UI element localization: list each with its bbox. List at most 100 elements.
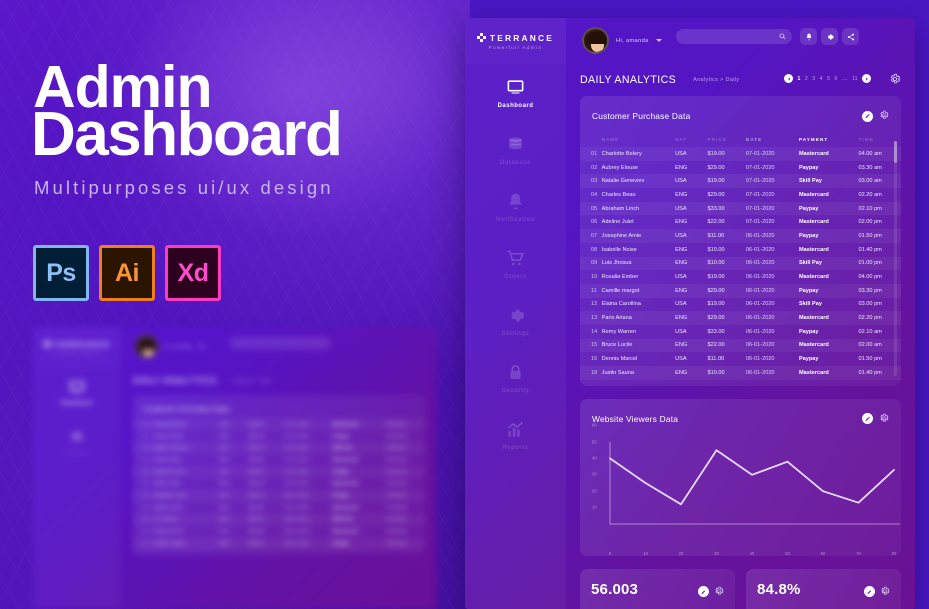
search-box[interactable] (676, 29, 792, 44)
cell-name: Josephine Amie (601, 232, 642, 239)
table-row[interactable]: 04 Charles Beau ENG $29.00 07-01-2020 Masterc… (580, 188, 901, 202)
table-row[interactable]: 08 Isabelle Noise ENG $10.00 06-01-2020 Maste… (133, 502, 425, 514)
chart-y-tick: 60 (592, 422, 597, 428)
table-row[interactable]: 01 Charlotte Belery USA $19.00 07-01-2020 Mas… (133, 418, 426, 431)
sidebar-item-database[interactable]: Database (465, 121, 566, 178)
cell-price: $19.00 (248, 445, 264, 451)
search-input[interactable] (682, 33, 779, 40)
pagination-page[interactable]: 3 (812, 76, 815, 82)
settings-button[interactable] (821, 28, 838, 45)
brand-logo[interactable]: TERRANCE Powerfull Admin (465, 18, 566, 64)
table-row[interactable]: 07 Josephine Amie USA $11.00 06-01-2020 Paypa… (133, 489, 426, 502)
stat-settings-button[interactable] (880, 583, 890, 601)
table-row[interactable]: 05 Abraham Linch USA $33.00 07-01-2020 Paypay… (133, 465, 426, 478)
cell-name: Remy Warren (601, 328, 636, 335)
cell-date: 06-01-2020 (745, 342, 775, 349)
cell-payment: Mastercard (798, 150, 829, 157)
pagination-page[interactable]: 5 (827, 76, 830, 82)
pagination[interactable]: 1 2 3 4 5 6.... 11 (784, 74, 871, 83)
pagination-page[interactable]: 2 (805, 76, 808, 82)
pagination-page[interactable]: .... (842, 76, 848, 82)
table-row[interactable]: 08 Isabelle Noise ENG $10.00 06-01-2020 Maste… (580, 243, 901, 257)
cell-price: $19.00 (707, 150, 725, 157)
table-row[interactable]: 05 Abraham Linch USA $33.00 07-01-2020 Paypay… (580, 201, 901, 216)
cell-name: Justin Sauna (601, 369, 634, 376)
gear-icon (881, 586, 890, 595)
table-row[interactable]: 03 Natalie Geneviev USA $19.00 07-01-2020 Ski… (580, 174, 901, 189)
table-row[interactable]: 01 Charlotte Belery USA $19.00 07-01-2020 Mas… (580, 147, 901, 161)
table-row[interactable]: 02 Aubrey Elouse ENG $29.00 07-01-2020 Paypay… (133, 430, 425, 442)
table-scrollbar[interactable] (894, 141, 897, 376)
pagination-page[interactable]: 11 (852, 76, 857, 82)
cell-idx: 04 (142, 457, 149, 463)
table-row[interactable]: 09 Luis Jhosua ENG $10.00 06-01-2020 Skill Pa… (580, 256, 901, 271)
sidebar-item-dashboard[interactable]: Dashboard (465, 64, 566, 121)
stat-edit-button[interactable] (698, 586, 709, 598)
sidebar-item-security[interactable]: Security (465, 349, 566, 406)
pagination-page[interactable]: 4 (820, 76, 823, 82)
table-row[interactable]: 02 Aubrey Elouse ENG $29.00 07-01-2020 Paypay… (580, 161, 901, 175)
stat-settings-button[interactable] (714, 583, 724, 601)
table-row[interactable]: 11 Camille margot ENG $29.00 06-01-2020 Paypa… (133, 537, 426, 550)
cell-idx: 02 (142, 433, 149, 439)
pagination-page[interactable]: 1 (798, 76, 801, 82)
table-row[interactable]: 12 Elaina Carollina USA $19.00 06-01-2020 Ski… (580, 298, 901, 312)
cell-name: Adeline Julet (601, 219, 634, 226)
table-row[interactable]: 14 Remy Warren USA $33.00 06-01-2020 Paypay 02… (580, 325, 901, 339)
cell-nat: USA (675, 150, 687, 157)
table-row[interactable]: 09 Luis Jhosua ENG $10.00 06-01-2020 Skill Pa… (133, 513, 426, 526)
sidebar-label-reports: Reports (502, 445, 529, 451)
table-row[interactable]: 15 Bruce Lucile ENG $22.00 06-01-2020 Masterc… (580, 338, 901, 353)
table-row[interactable]: 10 Rosalia Ember USA $19.00 06-01-2020 Master… (580, 270, 901, 284)
cell-nat: ENG (675, 191, 688, 198)
table-body: 01 Charlotte Belery USA $19.00 07-01-2020 Mas… (580, 147, 901, 380)
table-row[interactable]: 10 Rosalia Ember USA $19.00 06-01-2020 Master… (133, 526, 425, 538)
table-row[interactable]: 06 Adeline Julet ENG $22.00 07-01-2020 Master… (133, 478, 425, 490)
user-menu[interactable]: Hi, amanda (582, 27, 662, 54)
lock-icon (510, 365, 521, 379)
bell-icon (509, 193, 522, 210)
scrollbar-thumb[interactable] (894, 141, 897, 163)
table-row[interactable]: 18 Justin Sauna ENG $10.00 06-01-2020 Masterc… (580, 366, 901, 380)
cell-nat: ENG (675, 315, 688, 322)
table-row[interactable]: 13 Paris Ariana ENG $29.00 06-01-2020 Masterc… (580, 311, 901, 325)
table-row[interactable]: 03 Natalie Geneviev USA $19.00 07-01-2020 Ski… (133, 442, 426, 455)
sidebar-item-notification[interactable]: Notification (465, 178, 566, 235)
chart-edit-button[interactable] (862, 413, 873, 425)
table-row[interactable]: 16 Dennis Marcel USA $11.00 06-01-2020 Paypay… (580, 352, 901, 366)
cell-time: 03.30 pm (386, 540, 407, 546)
viewers-line-chart: 10 20 30 40 50 60 0 10 20 30 40 50 60 70 80 (592, 423, 900, 556)
table-row[interactable]: 11 Camille margot ENG $29.00 06-01-2020 Paypa… (580, 283, 901, 298)
sidebar-item-settings[interactable]: Settings (465, 292, 566, 349)
share-button[interactable] (842, 28, 859, 45)
edit-button[interactable] (862, 110, 873, 122)
cell-idx: 10 (142, 528, 149, 535)
page-settings-button[interactable] (889, 72, 901, 90)
pagination-page[interactable]: 6 (834, 76, 837, 82)
cell-time: 01.00 pm (386, 516, 407, 523)
sidebar-item-reports[interactable]: Reports (465, 406, 566, 463)
preview-dashboard: TERRANCE Powerfull Admin Hi, amanda Dash… (33, 327, 437, 609)
chart-settings-button[interactable] (879, 410, 889, 428)
stat-cards: 56.003 84.8% (580, 568, 901, 609)
gear-icon (880, 110, 889, 119)
cell-payment: Mastercard (798, 342, 829, 349)
cell-idx: 07 (142, 493, 149, 499)
stat-edit-button[interactable] (864, 586, 875, 598)
pagination-prev[interactable] (784, 74, 793, 83)
table-row[interactable]: 06 Adeline Julet ENG $22.00 07-01-2020 Master… (580, 215, 901, 229)
table-row[interactable]: 07 Josephine Amie USA $11.00 06-01-2020 Paypa… (580, 229, 901, 243)
cell-idx: 16 (591, 356, 598, 363)
cell-name: Bruce Lucile (601, 342, 633, 349)
chevron-down-icon (198, 345, 205, 348)
gear-icon (715, 586, 724, 595)
table-row[interactable]: 04 Charles Beau ENG $29.00 07-01-2020 Masterc… (133, 454, 425, 466)
cell-payment: Mastercard (332, 528, 359, 535)
cell-price: $19.00 (248, 528, 264, 535)
sidebar-item-orders[interactable]: Orders (465, 235, 566, 292)
card-settings-button[interactable] (879, 107, 889, 125)
cell-date: 07-01-2020 (284, 457, 309, 463)
notifications-button[interactable] (800, 28, 817, 45)
cell-name: Luis Jhosua (601, 260, 632, 267)
pagination-next[interactable] (862, 74, 871, 83)
